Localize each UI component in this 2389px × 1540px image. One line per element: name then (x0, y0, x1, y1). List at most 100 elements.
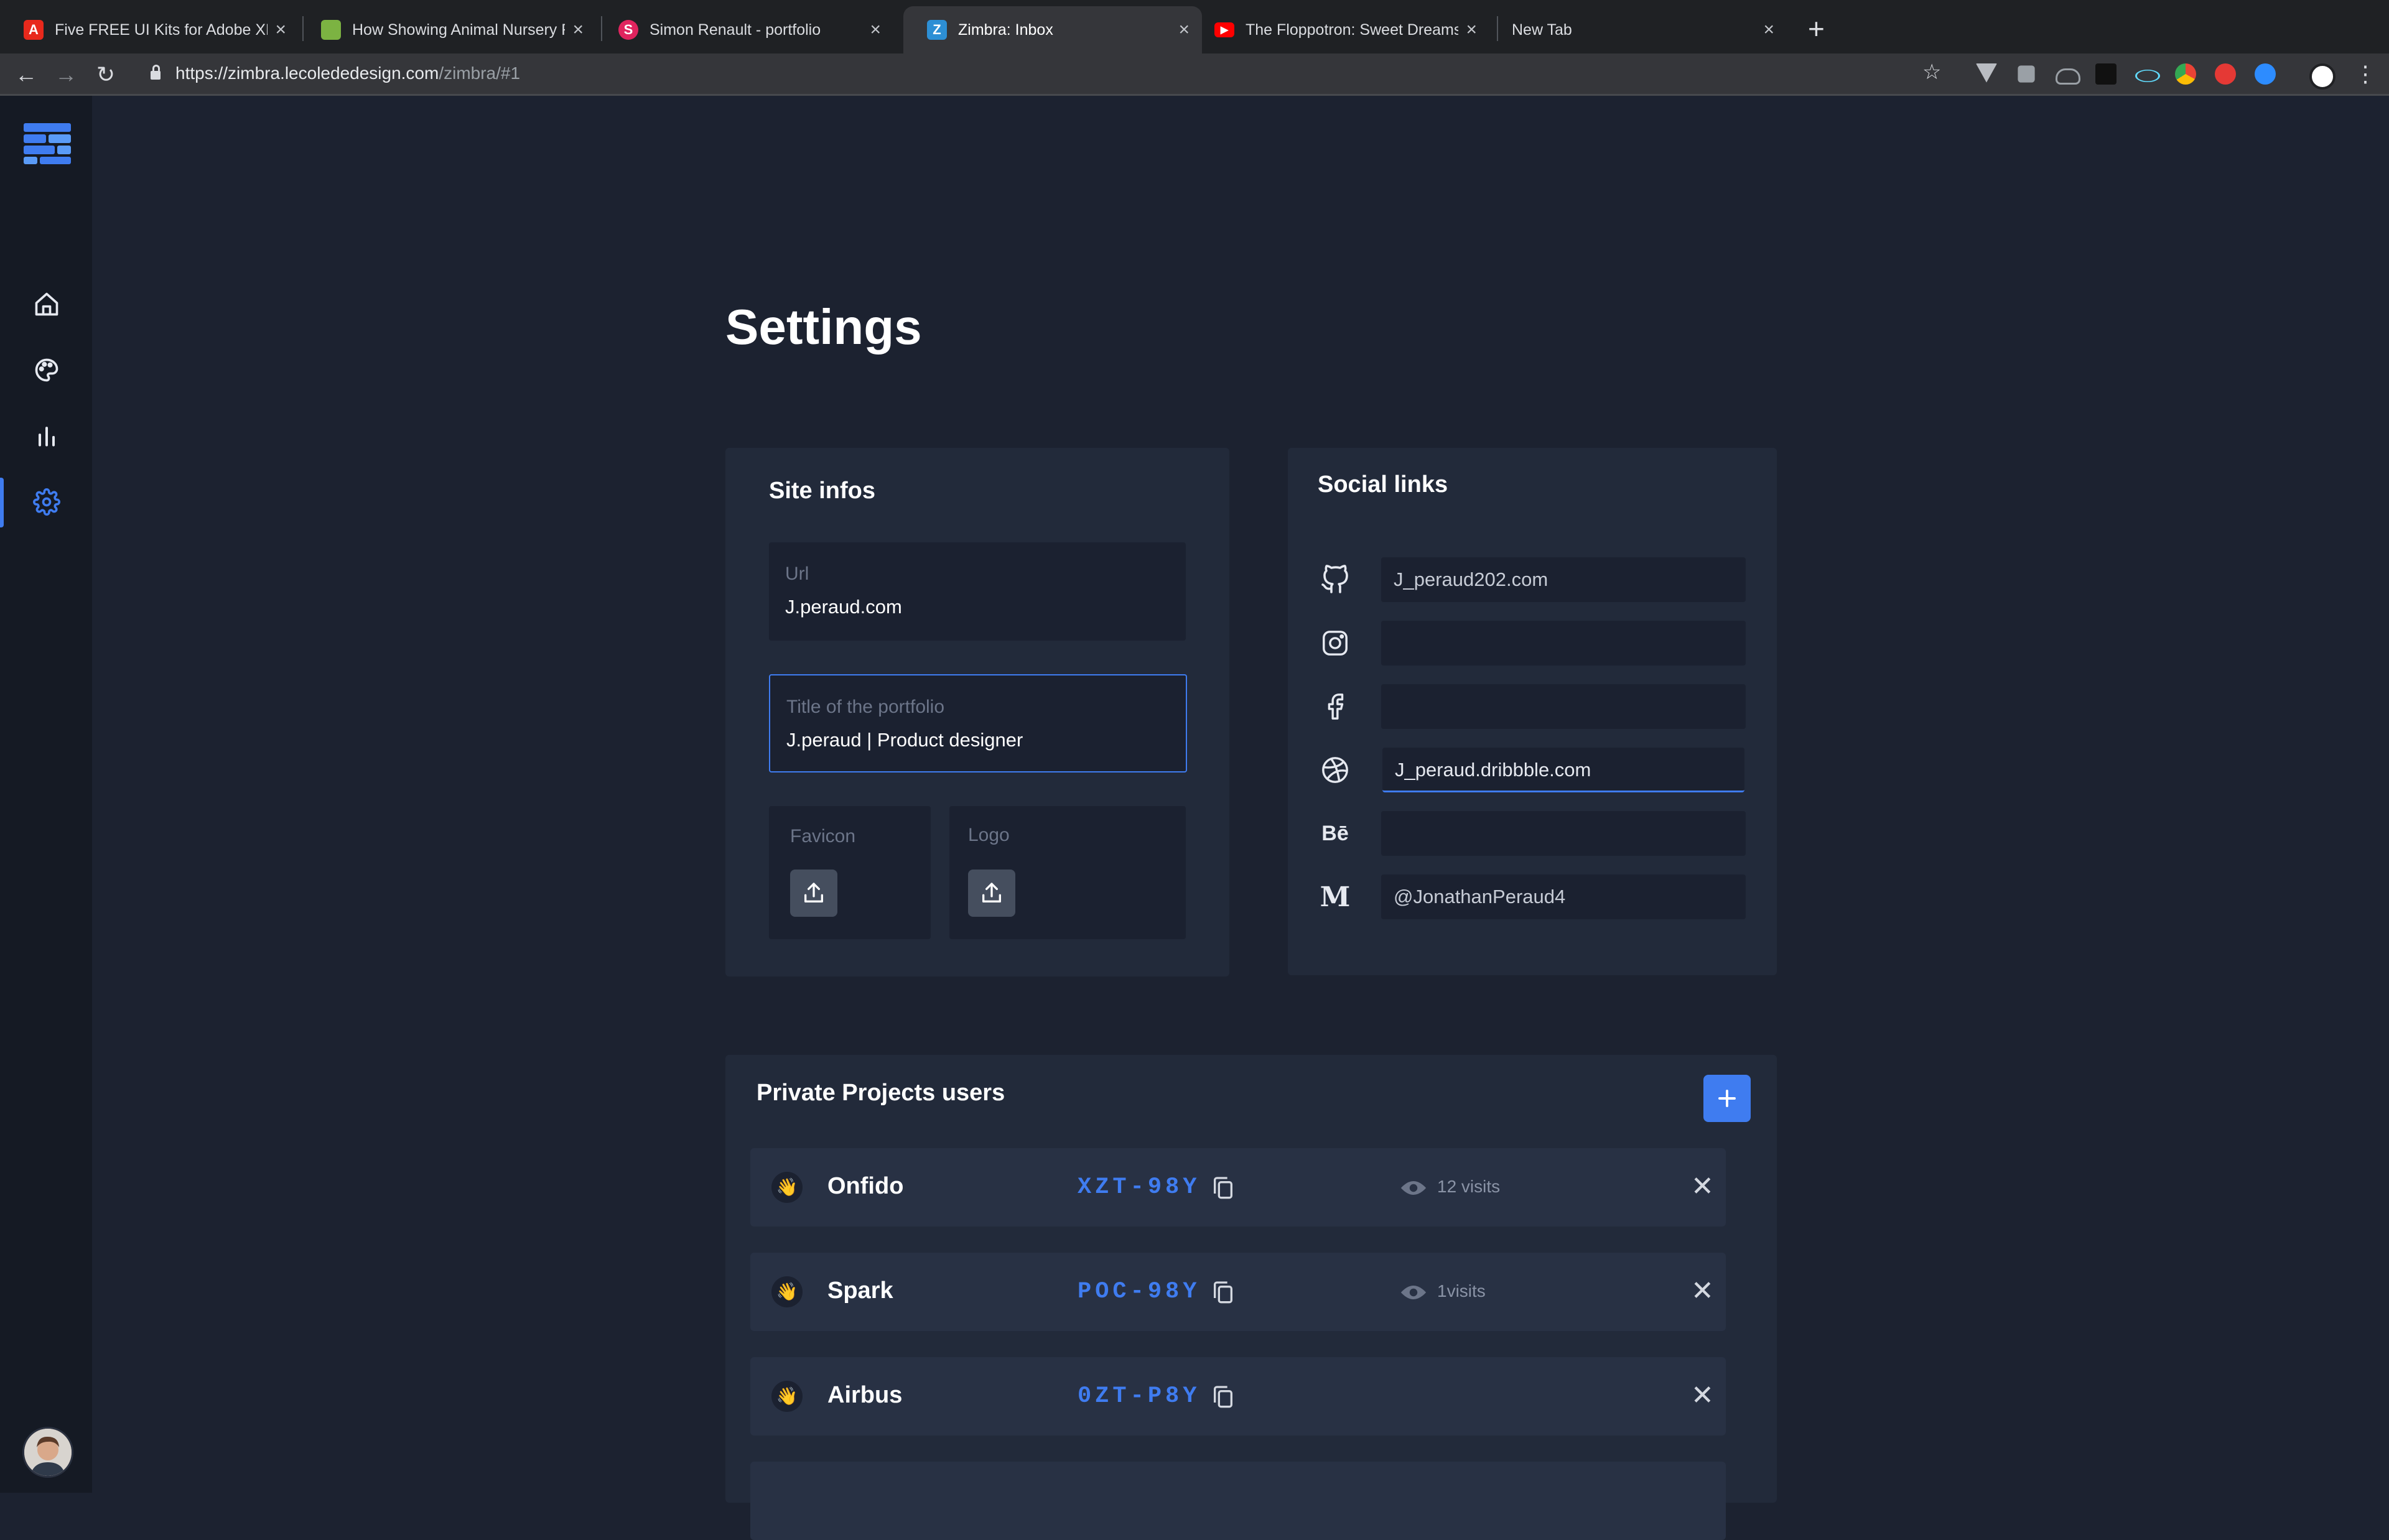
copy-icon[interactable] (1211, 1279, 1236, 1305)
add-user-button[interactable] (1703, 1075, 1751, 1122)
logo-upload-button[interactable] (968, 870, 1015, 917)
wave-icon: 👋 (771, 1381, 803, 1412)
instagram-input[interactable] (1381, 621, 1746, 666)
access-code: POC-98Y (1078, 1279, 1201, 1305)
behance-icon: Bē (1321, 821, 1349, 845)
vue-extension-icon[interactable] (1976, 63, 1997, 83)
portfolio-title-label: Title of the portfolio (786, 697, 945, 717)
new-tab-button[interactable]: + (1808, 11, 1825, 46)
remove-user-button[interactable]: ✕ (1691, 1172, 1714, 1202)
visit-count: 12 visits (1437, 1177, 1501, 1196)
tab-zimbra[interactable]: Z Zimbra: Inbox × (903, 6, 1202, 53)
private-projects-card: Private Projects users 👋 Onfido XZT-98Y … (725, 1055, 1777, 1540)
tab-title: The Floppotron: Sweet Dreams (1246, 21, 1459, 39)
reload-button[interactable]: ↻ (92, 61, 119, 88)
page-title: Settings (725, 299, 922, 355)
url-field[interactable]: Url J.peraud.com (769, 542, 1186, 641)
browser-menu-icon[interactable]: ⋮ (2354, 61, 2377, 87)
zoom-extension-icon[interactable] (2255, 63, 2276, 85)
home-icon[interactable] (27, 285, 66, 323)
medium-icon: M (1320, 881, 1351, 913)
site-infos-card: Site infos Url J.peraud.com Title of the… (725, 448, 1229, 976)
project-user-row: 👋 Spark POC-98Y 1visits ✕ (750, 1253, 1726, 1331)
copy-icon[interactable] (1211, 1174, 1236, 1200)
back-button[interactable]: ← (12, 61, 40, 88)
tab-youtube[interactable]: ▶ The Floppotron: Sweet Dreams × (1191, 6, 1489, 53)
palette-icon[interactable] (27, 351, 66, 389)
bookmark-star-icon[interactable]: ☆ (1922, 60, 1941, 85)
react-extension-icon[interactable] (2135, 70, 2160, 82)
close-icon[interactable]: × (275, 19, 286, 40)
browser-tab-bar: A Five FREE UI Kits for Adobe XD × How S… (0, 0, 2389, 53)
tab-title: How Showing Animal Nursery R (352, 21, 566, 39)
close-icon[interactable]: × (1178, 19, 1190, 40)
github-icon (1319, 564, 1351, 596)
tab-portfolio[interactable]: S Simon Renault - portfolio × (595, 6, 893, 53)
tab-new[interactable]: New Tab × (1488, 6, 1787, 53)
bird-extension-icon[interactable] (2095, 63, 2117, 85)
nav-active-indicator (0, 478, 4, 527)
dribbble-input[interactable]: J_peraud.dribbble.com (1382, 748, 1744, 792)
cloud-extension-icon[interactable] (2056, 68, 2080, 85)
visit-count: 1visits (1437, 1281, 1486, 1301)
eye-icon (1400, 1178, 1427, 1201)
browser-toolbar: ← → ↻ https://zimbra.lecolededesign.com/… (0, 53, 2389, 96)
access-code: 0ZT-P8Y (1078, 1383, 1201, 1409)
favicon-label: Favicon (790, 826, 856, 847)
remove-user-button[interactable]: ✕ (1691, 1276, 1714, 1306)
camera-extension-icon[interactable] (2018, 65, 2035, 83)
youtube-icon: ▶ (1214, 22, 1234, 37)
social-links-card: Social links J_peraud202.com J_peraud.dr… (1288, 448, 1777, 975)
project-user-row: 👋 Onfido XZT-98Y 12 visits ✕ (750, 1148, 1726, 1227)
tab-adobe[interactable]: A Five FREE UI Kits for Adobe XD × (0, 6, 299, 53)
chrome-extension-icon[interactable] (2175, 63, 2196, 85)
hand-extension-icon[interactable] (2215, 63, 2236, 85)
profile-avatar-icon[interactable] (2309, 63, 2335, 90)
lock-icon (151, 65, 161, 80)
dribbble-icon (1319, 754, 1351, 786)
zimbra-icon: Z (927, 20, 947, 40)
upload-icon (982, 883, 1001, 902)
github-input[interactable]: J_peraud202.com (1381, 557, 1746, 602)
plus-icon (1718, 1090, 1736, 1107)
close-icon[interactable]: × (870, 19, 881, 40)
eye-icon (1400, 1283, 1427, 1306)
adobe-icon: A (24, 20, 44, 40)
user-name: Spark (827, 1278, 893, 1304)
portfolio-title-field[interactable]: Title of the portfolio J.peraud | Produc… (769, 674, 1187, 772)
url-path: /zimbra/#1 (439, 63, 521, 83)
bar-chart-icon[interactable] (27, 417, 66, 455)
copy-icon[interactable] (1211, 1383, 1236, 1409)
forward-button[interactable]: → (52, 61, 80, 88)
portfolio-icon: S (618, 20, 638, 40)
settings-gear-icon[interactable] (27, 483, 66, 521)
app-logo[interactable] (24, 123, 71, 164)
user-avatar[interactable] (22, 1427, 73, 1478)
nursery-icon (321, 20, 341, 40)
url-text[interactable]: https://zimbra.lecolededesign.com/zimbra… (175, 63, 520, 83)
facebook-icon (1319, 690, 1351, 723)
user-name: Onfido (827, 1173, 904, 1199)
behance-input[interactable] (1381, 811, 1746, 856)
remove-user-button[interactable]: ✕ (1691, 1381, 1714, 1411)
project-user-row-partial (750, 1462, 1726, 1540)
logo-upload: Logo (949, 806, 1186, 939)
app-sidebar (0, 96, 92, 1493)
url-label: Url (785, 564, 809, 584)
upload-icon (804, 883, 823, 902)
private-projects-heading: Private Projects users (757, 1080, 1005, 1106)
close-icon[interactable]: × (572, 19, 584, 40)
facebook-input[interactable] (1381, 684, 1746, 729)
close-icon[interactable]: × (1466, 19, 1477, 40)
url-value: J.peraud.com (785, 596, 902, 618)
medium-input[interactable]: @JonathanPeraud4 (1381, 874, 1746, 919)
tab-nursery[interactable]: How Showing Animal Nursery R × (297, 6, 596, 53)
favicon-upload-button[interactable] (790, 870, 837, 917)
tab-title: Simon Renault - portfolio (650, 21, 821, 39)
toolbar-divider (0, 94, 2389, 96)
close-icon[interactable]: × (1763, 19, 1774, 40)
instagram-icon (1319, 627, 1351, 659)
logo-label: Logo (968, 825, 1010, 845)
portfolio-title-value: J.peraud | Product designer (786, 729, 1023, 751)
user-name: Airbus (827, 1382, 903, 1408)
